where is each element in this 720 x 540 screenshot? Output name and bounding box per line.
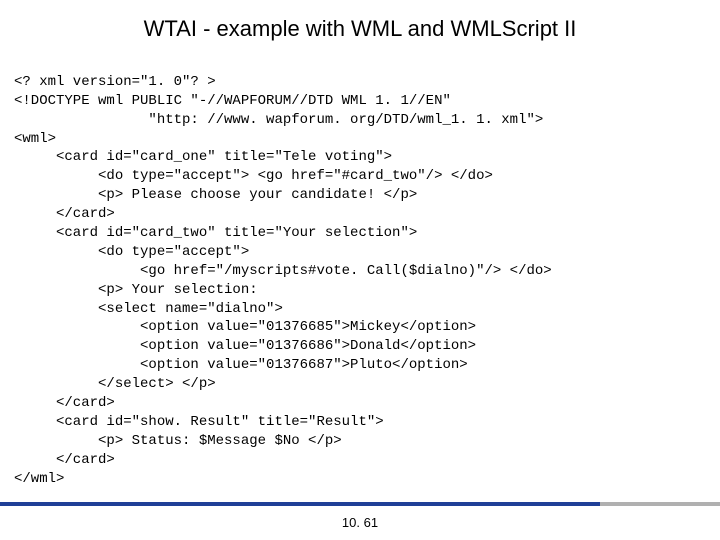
code-line: <p> Your selection: <box>14 282 258 298</box>
page-number: 10. 61 <box>0 515 720 530</box>
code-line: <card id="card_one" title="Tele voting"> <box>14 149 392 165</box>
code-block: <? xml version="1. 0"? > <!DOCTYPE wml P… <box>0 54 720 488</box>
slide-title: WTAI - example with WML and WMLScript II <box>0 0 720 54</box>
code-line: <? xml version="1. 0"? > <box>14 74 216 90</box>
code-line: <p> Please choose your candidate! </p> <box>14 187 417 203</box>
code-line: <select name="dialno"> <box>14 301 283 317</box>
code-line: </card> <box>14 452 115 468</box>
code-line: <go href="/myscripts#vote. Call($dialno)… <box>14 263 552 279</box>
code-line: </card> <box>14 206 115 222</box>
footer-divider <box>0 502 720 506</box>
code-line: <p> Status: $Message $No </p> <box>14 433 342 449</box>
code-line: <option value="01376687">Pluto</option> <box>14 357 468 373</box>
code-line: "http: //www. wapforum. org/DTD/wml_1. 1… <box>14 112 543 128</box>
code-line: <card id="card_two" title="Your selectio… <box>14 225 417 241</box>
code-line: <do type="accept"> <go href="#card_two"/… <box>14 168 493 184</box>
code-line: <card id="show. Result" title="Result"> <box>14 414 384 430</box>
code-line: </wml> <box>14 471 64 487</box>
code-line: <!DOCTYPE wml PUBLIC "-//WAPFORUM//DTD W… <box>14 93 451 109</box>
code-line: <wml> <box>14 131 56 147</box>
code-line: <option value="01376686">Donald</option> <box>14 338 476 354</box>
code-line: <do type="accept"> <box>14 244 249 260</box>
code-line: </card> <box>14 395 115 411</box>
code-line: <option value="01376685">Mickey</option> <box>14 319 476 335</box>
code-line: </select> </p> <box>14 376 216 392</box>
